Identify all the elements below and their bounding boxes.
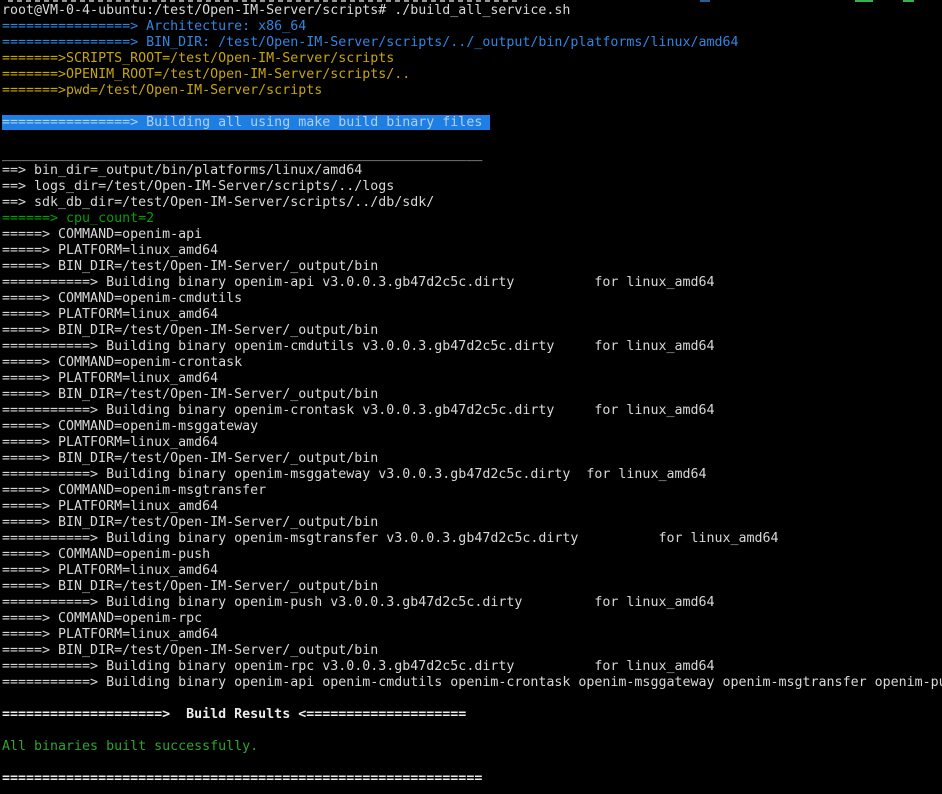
terminal-line-text: ===========> Building binary openim-api … — [2, 275, 714, 290]
terminal-line-text: =====> COMMAND=openim-rpc — [2, 611, 202, 626]
terminal-line-text: ===========> Building binary openim-cron… — [2, 403, 714, 418]
terminal-line-text: =====> COMMAND=openim-crontask — [2, 355, 242, 370]
terminal-line: =====> COMMAND=openim-api — [2, 227, 942, 243]
terminal-line-text: =======>OPENIM_ROOT=/test/Open-IM-Server… — [2, 67, 410, 82]
terminal-line-text: =======>SCRIPTS_ROOT=/test/Open-IM-Serve… — [2, 51, 394, 66]
clipped-text-fragment — [903, 0, 914, 2]
terminal-line: =====> PLATFORM=linux_amd64 — [2, 435, 942, 451]
terminal-line: ==> bin_dir=_output/bin/platforms/linux/… — [2, 163, 942, 179]
terminal-line-text: =====> PLATFORM=linux_amd64 — [2, 243, 218, 258]
terminal-line-text: =====> PLATFORM=linux_amd64 — [2, 563, 218, 578]
terminal-line: =====> BIN_DIR=/test/Open-IM-Server/_out… — [2, 451, 942, 467]
terminal-line-text: =====> BIN_DIR=/test/Open-IM-Server/_out… — [2, 259, 378, 274]
terminal-line: ________________________________________… — [2, 147, 942, 163]
terminal-line: ===========> Building binary openim-cron… — [2, 403, 942, 419]
terminal-line-text: ================> BIN_DIR: /test/Open-IM… — [2, 35, 739, 50]
terminal-line: =====> PLATFORM=linux_amd64 — [2, 307, 942, 323]
terminal-line: ==> logs_dir=/test/Open-IM-Server/script… — [2, 179, 942, 195]
terminal-line-text: =====> COMMAND=openim-msgtransfer — [2, 483, 266, 498]
terminal-line: ===========> Building binary openim-push… — [2, 595, 942, 611]
terminal-line: =======>SCRIPTS_ROOT=/test/Open-IM-Serve… — [2, 51, 942, 67]
terminal-line: ======> cpu_count=2 — [2, 211, 942, 227]
terminal-line: =====> PLATFORM=linux_amd64 — [2, 371, 942, 387]
terminal-line: root@VM-0-4-ubuntu:/test/Open-IM-Server/… — [2, 3, 942, 19]
terminal-line: =====> PLATFORM=linux_amd64 — [2, 499, 942, 515]
terminal-line: =====> COMMAND=openim-cmdutils — [2, 291, 942, 307]
terminal-line-text: ======> cpu_count=2 — [2, 211, 154, 226]
terminal-line: =====> BIN_DIR=/test/Open-IM-Server/_out… — [2, 323, 942, 339]
terminal-line: =====> PLATFORM=linux_amd64 — [2, 243, 942, 259]
terminal-line: ===========> Building binary openim-api … — [2, 675, 942, 691]
terminal-output: root@VM-0-4-ubuntu:/test/Open-IM-Server/… — [2, 3, 942, 787]
clipped-text-fragment — [700, 0, 710, 2]
terminal-line: =====> COMMAND=openim-crontask — [2, 355, 942, 371]
terminal-line: =====> PLATFORM=linux_amd64 — [2, 563, 942, 579]
terminal-line: =======>pwd=/test/Open-IM-Server/scripts — [2, 83, 942, 99]
terminal-line-text: =====> COMMAND=openim-msggateway — [2, 419, 258, 434]
terminal-line-text: ==> logs_dir=/test/Open-IM-Server/script… — [2, 179, 394, 194]
terminal-line: ================> Building all using mak… — [2, 115, 942, 131]
terminal-line-text: =====> PLATFORM=linux_amd64 — [2, 435, 218, 450]
terminal-line-text: =====> BIN_DIR=/test/Open-IM-Server/_out… — [2, 643, 378, 658]
terminal-line: All binaries built successfully. — [2, 739, 942, 755]
terminal-line-text: All binaries built successfully. — [2, 739, 258, 754]
terminal-line-text: ====================> Build Results <===… — [2, 707, 466, 722]
terminal-line: =======>OPENIM_ROOT=/test/Open-IM-Server… — [2, 67, 942, 83]
terminal-line: ====================> Build Results <===… — [2, 707, 942, 723]
terminal-line: ===========> Building binary openim-msgt… — [2, 531, 942, 547]
terminal-line-text: =====> BIN_DIR=/test/Open-IM-Server/_out… — [2, 515, 378, 530]
terminal-line — [2, 131, 942, 147]
terminal-line: =====> COMMAND=openim-rpc — [2, 611, 942, 627]
terminal-line-text: =====> BIN_DIR=/test/Open-IM-Server/_out… — [2, 323, 378, 338]
terminal-line-text: ===========> Building binary openim-msgg… — [2, 467, 706, 482]
terminal-line-text: =====> BIN_DIR=/test/Open-IM-Server/_out… — [2, 387, 378, 402]
terminal-line-text: =====> BIN_DIR=/test/Open-IM-Server/_out… — [2, 451, 378, 466]
terminal-line: =====> COMMAND=openim-msggateway — [2, 419, 942, 435]
terminal-line: ===========> Building binary openim-rpc … — [2, 659, 942, 675]
terminal-line-text: root@VM-0-4-ubuntu:/test/Open-IM-Server/… — [2, 3, 570, 18]
terminal-line-text: ==> bin_dir=_output/bin/platforms/linux/… — [2, 163, 362, 178]
terminal-line-text: ========================================… — [2, 771, 482, 786]
clipped-text-fragment — [855, 0, 873, 2]
terminal-line-text: ==> sdk_db_dir=/test/Open-IM-Server/scri… — [2, 195, 434, 210]
terminal-line: =====> BIN_DIR=/test/Open-IM-Server/_out… — [2, 579, 942, 595]
terminal-window[interactable]: root@VM-0-4-ubuntu:/test/Open-IM-Server/… — [0, 0, 942, 794]
terminal-line: ========================================… — [2, 771, 942, 787]
terminal-line-text: =====> COMMAND=openim-cmdutils — [2, 291, 242, 306]
terminal-line — [2, 755, 942, 771]
terminal-line: =====> PLATFORM=linux_amd64 — [2, 627, 942, 643]
terminal-line: ===========> Building binary openim-api … — [2, 275, 942, 291]
terminal-line-text: =====> PLATFORM=linux_amd64 — [2, 627, 218, 642]
terminal-line: ===========> Building binary openim-cmdu… — [2, 339, 942, 355]
terminal-line: ================> Architecture: x86_64 — [2, 19, 942, 35]
terminal-line: =====> BIN_DIR=/test/Open-IM-Server/_out… — [2, 387, 942, 403]
terminal-line-text: ===========> Building binary openim-rpc … — [2, 659, 714, 674]
terminal-line: ================> BIN_DIR: /test/Open-IM… — [2, 35, 942, 51]
terminal-line-text: ===========> Building binary openim-api … — [2, 675, 942, 690]
terminal-line — [2, 691, 942, 707]
terminal-line: ==> sdk_db_dir=/test/Open-IM-Server/scri… — [2, 195, 942, 211]
terminal-line: =====> BIN_DIR=/test/Open-IM-Server/_out… — [2, 643, 942, 659]
terminal-line-text: ===========> Building binary openim-push… — [2, 595, 714, 610]
terminal-line-text: =====> BIN_DIR=/test/Open-IM-Server/_out… — [2, 579, 378, 594]
terminal-line: =====> BIN_DIR=/test/Open-IM-Server/_out… — [2, 259, 942, 275]
clipped-text-fragment — [8, 0, 520, 2]
terminal-line-text: =====> PLATFORM=linux_amd64 — [2, 371, 218, 386]
terminal-line-text: ===========> Building binary openim-cmdu… — [2, 339, 714, 354]
terminal-line-text: =====> PLATFORM=linux_amd64 — [2, 307, 218, 322]
terminal-line-text: ________________________________________… — [2, 147, 482, 162]
terminal-line-text: ================> Architecture: x86_64 — [2, 19, 306, 34]
terminal-line-text: ===========> Building binary openim-msgt… — [2, 531, 779, 546]
terminal-line: =====> COMMAND=openim-push — [2, 547, 942, 563]
terminal-line — [2, 99, 942, 115]
terminal-line: =====> COMMAND=openim-msgtransfer — [2, 483, 942, 499]
terminal-line-text: =====> COMMAND=openim-push — [2, 547, 210, 562]
terminal-line — [2, 723, 942, 739]
terminal-line-text: =====> PLATFORM=linux_amd64 — [2, 499, 218, 514]
terminal-line-text: ================> Building all using mak… — [2, 115, 490, 130]
terminal-line-text: =====> COMMAND=openim-api — [2, 227, 202, 242]
terminal-line: =====> BIN_DIR=/test/Open-IM-Server/_out… — [2, 515, 942, 531]
terminal-line: ===========> Building binary openim-msgg… — [2, 467, 942, 483]
terminal-line-text: =======>pwd=/test/Open-IM-Server/scripts — [2, 83, 322, 98]
